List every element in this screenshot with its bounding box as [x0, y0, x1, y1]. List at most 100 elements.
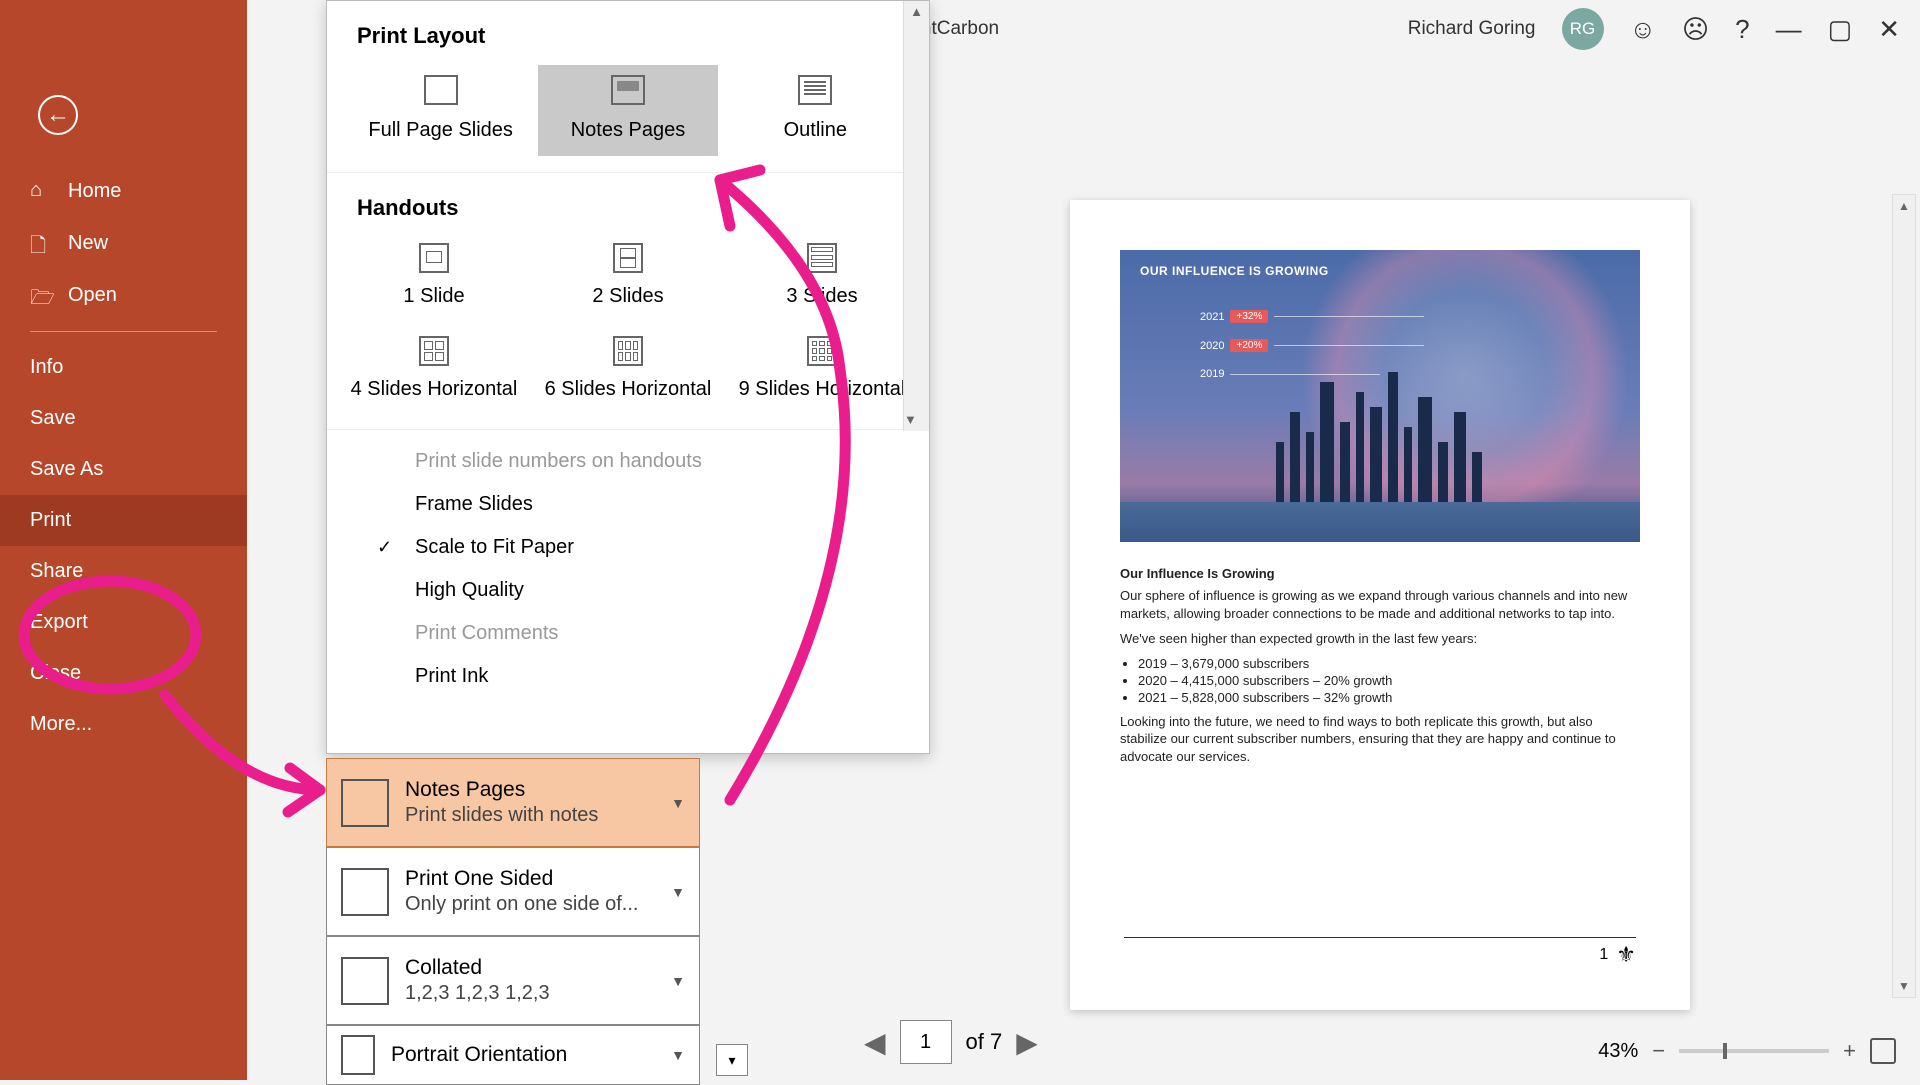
sidebar-item-label: Info	[30, 356, 63, 379]
page-footer: 1 ⚜	[1124, 937, 1636, 968]
frown-icon[interactable]: ☹	[1682, 14, 1709, 45]
chevron-down-icon: ▼	[671, 884, 685, 900]
handout-icon	[613, 243, 643, 273]
sidebar-item-label: More...	[30, 713, 92, 736]
smile-icon[interactable]: ☺	[1630, 14, 1657, 45]
opt-high-quality[interactable]: High Quality	[327, 569, 929, 612]
notes-body: Our Influence Is Growing Our sphere of i…	[1120, 566, 1640, 765]
document-icon: 🗋	[30, 231, 54, 255]
opt-scale-to-fit[interactable]: ✓Scale to Fit Paper	[327, 526, 929, 569]
handout-label: 1 Slide	[339, 285, 529, 308]
doc-title-fragment: htCarbon	[921, 18, 999, 40]
sidebar-item-more[interactable]: More...	[0, 699, 247, 750]
option-label: Print Comments	[415, 622, 558, 645]
slide-icon	[424, 75, 458, 105]
handout-label: 9 Slides Horizontal	[727, 378, 917, 401]
opt-frame-slides[interactable]: Frame Slides	[327, 483, 929, 526]
current-page-input[interactable]	[900, 1020, 952, 1064]
page-total: of 7	[966, 1029, 1003, 1055]
sidebar-item-export[interactable]: Export	[0, 597, 247, 648]
opt-print-comments: Print Comments	[327, 612, 929, 655]
handout-icon	[419, 243, 449, 273]
setting-orientation-select[interactable]: Portrait Orientation ▼	[326, 1025, 700, 1085]
prev-page-button[interactable]: ◀	[864, 1026, 886, 1059]
sidebar-item-close[interactable]: Close	[0, 648, 247, 699]
sidebar-item-label: Share	[30, 560, 83, 583]
option-label: Scale to Fit Paper	[415, 536, 574, 559]
sidebar-item-print[interactable]: Print	[0, 495, 247, 546]
preview-scrollbar[interactable]: ▲ ▼	[1892, 194, 1916, 998]
sidebar-item-share[interactable]: Share	[0, 546, 247, 597]
handout-label: 4 Slides Horizontal	[339, 378, 529, 401]
page-number: 1	[1599, 946, 1608, 964]
handout-icon	[807, 336, 837, 366]
setting-sides-select[interactable]: Print One Sided Only print on one side o…	[326, 847, 700, 936]
slide-title: OUR INFLUENCE IS GROWING	[1140, 264, 1329, 278]
setting-layout-select[interactable]: Notes Pages Print slides with notes ▼	[326, 758, 700, 847]
opt-print-ink[interactable]: Print Ink	[327, 655, 929, 698]
handout-1-slide[interactable]: 1 Slide	[339, 235, 529, 320]
handout-label: 3 Slides	[727, 285, 917, 308]
print-layout-popup: ▲ ▼ Print Layout Full Page Slides Notes …	[326, 0, 930, 754]
sidebar-item-new[interactable]: 🗋New	[0, 217, 247, 269]
handout-4-horizontal[interactable]: 4 Slides Horizontal	[339, 328, 529, 413]
print-settings-column: Notes Pages Print slides with notes ▼ Pr…	[326, 758, 700, 1085]
layout-notes-pages[interactable]: Notes Pages	[538, 65, 718, 156]
next-page-button[interactable]: ▶	[1016, 1026, 1038, 1059]
backstage-sidebar: ← ⌂Home 🗋New 🗁Open Info Save Save As Pri…	[0, 0, 247, 1080]
option-label: Print slide numbers on handouts	[415, 450, 702, 473]
layout-outline[interactable]: Outline	[725, 65, 905, 156]
chevron-down-icon: ▼	[671, 795, 685, 811]
sidebar-item-open[interactable]: 🗁Open	[0, 269, 247, 321]
sidebar-item-home[interactable]: ⌂Home	[0, 165, 247, 217]
setting-collate-select[interactable]: Collated 1,2,3 1,2,3 1,2,3 ▼	[326, 936, 700, 1025]
sidebar-item-label: Save	[30, 407, 76, 430]
handout-icon	[613, 336, 643, 366]
select-title: Notes Pages	[405, 778, 655, 802]
zoom-out-button[interactable]: −	[1652, 1038, 1665, 1064]
scroll-up-icon[interactable]: ▲	[904, 1, 929, 23]
scroll-up-icon[interactable]: ▲	[1893, 195, 1915, 217]
back-button[interactable]: ←	[38, 95, 78, 135]
slide-thumbnail: OUR INFLUENCE IS GROWING 2021+32% 2020+2…	[1120, 250, 1640, 542]
option-label: Print Ink	[415, 665, 488, 688]
sides-icon	[341, 868, 389, 916]
option-label: Frame Slides	[415, 493, 533, 516]
option-label: High Quality	[415, 579, 524, 602]
notes-paragraph: We've seen higher than expected growth i…	[1120, 630, 1640, 648]
sidebar-item-label: Export	[30, 611, 88, 634]
handout-2-slides[interactable]: 2 Slides	[533, 235, 723, 320]
handout-icon	[419, 336, 449, 366]
handout-label: 2 Slides	[533, 285, 723, 308]
notes-paragraph: Our sphere of influence is growing as we…	[1120, 587, 1640, 622]
zoom-fit-button[interactable]	[1870, 1038, 1896, 1064]
close-icon[interactable]: ✕	[1878, 14, 1900, 45]
select-title: Collated	[405, 956, 655, 980]
scroll-down-icon[interactable]: ▼	[904, 409, 917, 431]
minimize-icon[interactable]: —	[1776, 14, 1802, 45]
scroll-down-icon[interactable]: ▼	[1893, 975, 1915, 997]
zoom-slider[interactable]	[1679, 1049, 1829, 1053]
avatar[interactable]: RG	[1562, 8, 1604, 50]
handout-9-horizontal[interactable]: 9 Slides Horizontal	[727, 328, 917, 413]
sidebar-item-label: Print	[30, 509, 71, 532]
section-heading-handouts: Handouts	[327, 173, 929, 229]
orientation-icon	[341, 1035, 375, 1075]
notes-title: Our Influence Is Growing	[1120, 566, 1640, 581]
handout-6-horizontal[interactable]: 6 Slides Horizontal	[533, 328, 723, 413]
zoom-in-button[interactable]: +	[1843, 1038, 1856, 1064]
sidebar-item-info[interactable]: Info	[0, 342, 247, 393]
home-icon: ⌂	[30, 179, 54, 203]
popup-scrollbar[interactable]: ▲ ▼	[903, 1, 929, 431]
layout-full-page-slides[interactable]: Full Page Slides	[351, 65, 531, 156]
settings-overflow-button[interactable]: ▾	[716, 1044, 748, 1076]
print-preview-page: OUR INFLUENCE IS GROWING 2021+32% 2020+2…	[1070, 200, 1690, 1010]
restore-icon[interactable]: ▢	[1828, 14, 1853, 45]
page-navigator: ◀ of 7 ▶	[864, 1020, 1038, 1064]
logo-icon: ⚜	[1616, 942, 1636, 968]
help-icon[interactable]: ?	[1735, 14, 1749, 45]
sidebar-item-save[interactable]: Save	[0, 393, 247, 444]
sidebar-item-saveas[interactable]: Save As	[0, 444, 247, 495]
handout-3-slides[interactable]: 3 Slides	[727, 235, 917, 320]
user-name: Richard Goring	[1408, 18, 1536, 40]
